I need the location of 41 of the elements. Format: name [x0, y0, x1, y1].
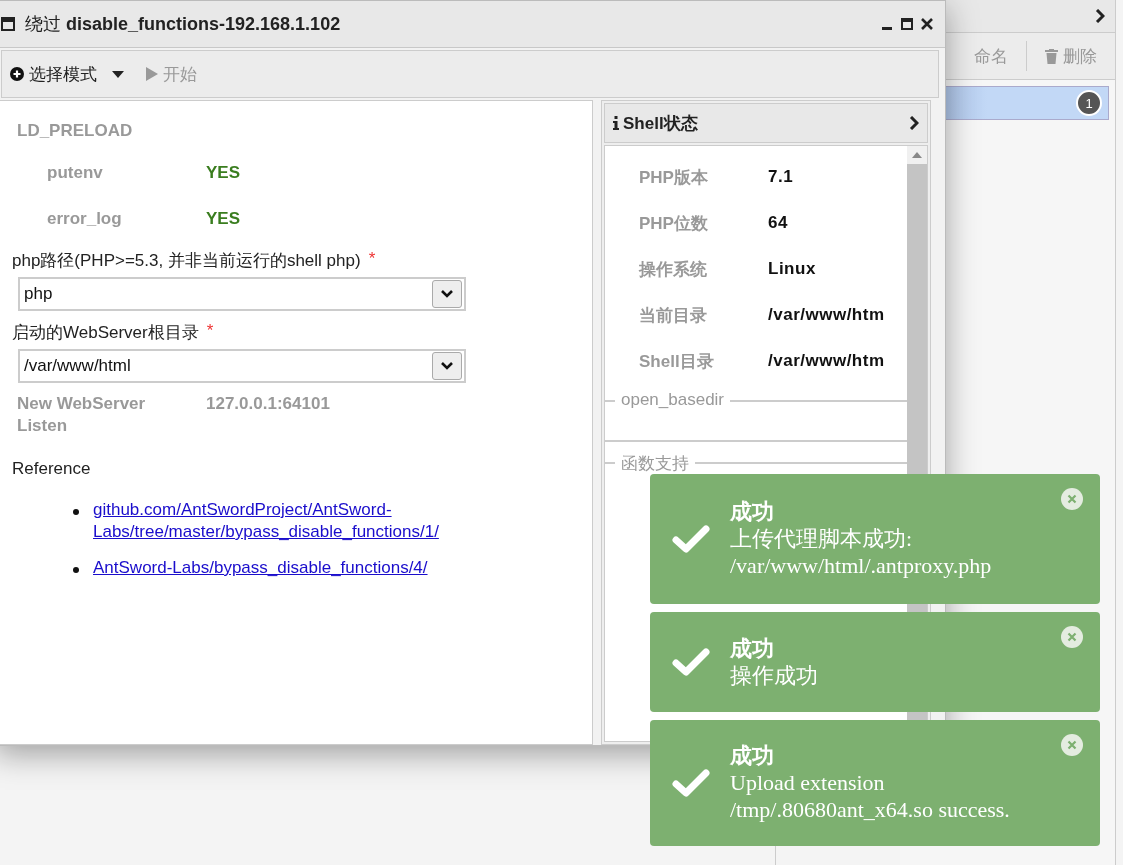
- listen-label: New WebServer Listen: [17, 393, 147, 437]
- check-name: putenv: [47, 163, 104, 184]
- notification-title: 成功: [730, 499, 775, 525]
- reference-link[interactable]: AntSword-Labs/bypass_disable_functions/4/: [93, 557, 473, 579]
- check-result: YES: [206, 163, 241, 184]
- info-value: 7.1: [768, 167, 794, 187]
- listen-address: 127.0.0.1:64101: [206, 393, 330, 415]
- field-label: 启动的WebServer根目录: [12, 322, 199, 343]
- notification-message: Upload extension /tmp/.80680ant_x64.so success.: [730, 769, 1011, 823]
- info-value: 64: [768, 213, 788, 233]
- info-label: PHP位数: [639, 212, 709, 235]
- info-label: 操作系统: [639, 258, 708, 281]
- field-label: php路径(PHP>=5.3, 并非当前运行的shell php): [12, 250, 361, 271]
- info-label: 当前目录: [639, 304, 708, 327]
- required-mark: *: [368, 249, 376, 270]
- notification-message: 上传代理脚本成功: /var/www/html/.antproxy.php: [730, 525, 993, 579]
- notification-title: 成功: [730, 743, 775, 769]
- panel-header[interactable]: Shell状态: [604, 103, 928, 143]
- window-title: 绕过 disable_functions-192.168.1.102: [25, 13, 341, 36]
- check-name: error_log: [47, 209, 123, 230]
- group-legend: open_basedir: [615, 390, 731, 410]
- notification-message: 操作成功: [730, 661, 819, 689]
- info-label: Shell目录: [639, 350, 715, 373]
- section-heading: LD_PRELOAD: [17, 121, 134, 141]
- combo-input[interactable]: /var/www/html: [20, 356, 432, 376]
- combo-field[interactable]: /var/www/html: [18, 349, 466, 383]
- mode-dropdown-button[interactable]: 选择模式: [6, 60, 128, 88]
- reference-heading: Reference: [12, 459, 92, 479]
- info-label: PHP版本: [639, 166, 709, 189]
- info-value: Linux: [768, 259, 816, 279]
- check-result: YES: [206, 209, 241, 230]
- info-value: /var/www/htm: [768, 351, 885, 371]
- combo-field[interactable]: php: [18, 277, 466, 311]
- required-mark: *: [206, 321, 214, 342]
- reference-link[interactable]: github.com/AntSwordProject/AntSword-Labs/tree/master/bypass_disable_functions/1/: [93, 499, 473, 543]
- count-badge: 1: [1076, 90, 1102, 116]
- notification-title: 成功: [730, 635, 775, 662]
- panel-title: Shell状态: [623, 112, 698, 135]
- group-legend: 函数支持: [615, 452, 695, 475]
- info-value: /var/www/htm: [768, 305, 885, 325]
- combo-input[interactable]: php: [20, 284, 432, 304]
